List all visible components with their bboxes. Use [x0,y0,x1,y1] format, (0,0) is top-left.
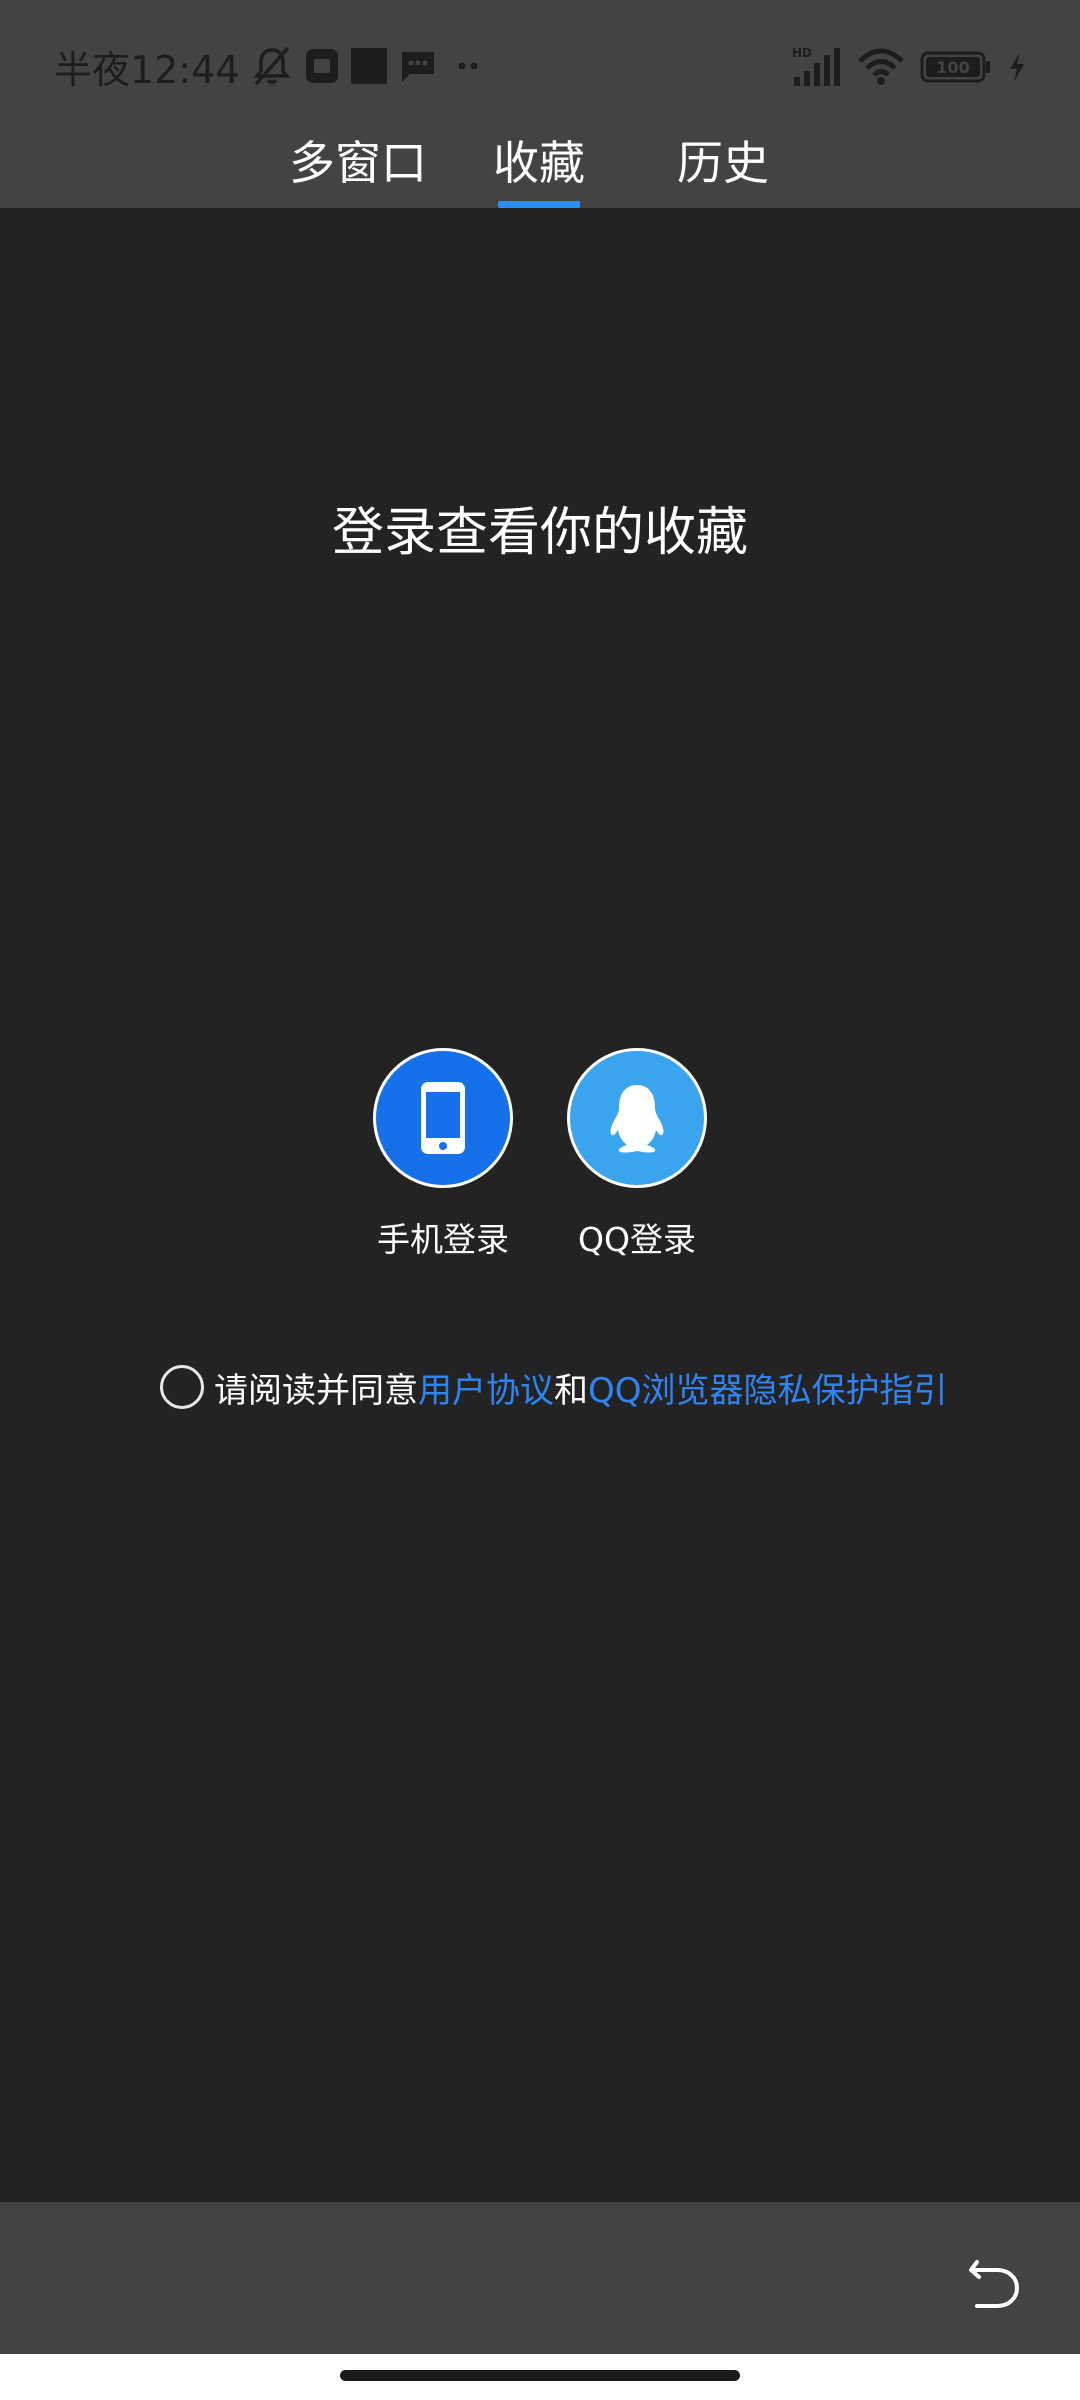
phone-icon [421,1082,465,1154]
more-dots-icon [448,56,488,76]
status-bar-left: 半夜12:44 [54,40,488,92]
svg-text:HD: HD [792,46,812,60]
tab-history[interactable]: 历史 [670,128,776,198]
tab-bar: 多窗口 收藏 历史 [0,122,1080,208]
square-app-icon [350,47,388,85]
battery-level-text: 100 [936,58,969,77]
agreement-conjunction: 和 [554,1370,588,1411]
active-tab-indicator [498,201,580,208]
qq-login-button[interactable] [567,1048,707,1188]
app-notification-icon [304,47,340,85]
top-header: 半夜12:44 HD 100 多窗口 收藏 历史 [0,0,1080,208]
privacy-guide-link[interactable]: QQ浏览器隐私保护指引 [588,1363,948,1412]
favorites-screen: 半夜12:44 HD 100 多窗口 收藏 历史 登录查看你的收藏 手机登录 Q… [0,0,1080,2400]
agreement-checkbox[interactable] [160,1365,204,1409]
qq-login-label[interactable]: QQ登录 [537,1215,737,1265]
charging-icon [1006,50,1028,84]
undo-arrow-icon [969,2260,1020,2308]
message-icon [398,46,438,86]
bottom-toolbar [0,2202,1080,2354]
login-prompt-headline: 登录查看你的收藏 [331,503,748,563]
status-bar-right: HD 100 [790,42,1028,92]
qq-penguin-icon [610,1085,664,1153]
status-time: 半夜12:44 [54,47,240,92]
hd-signal-icon: HD [790,45,842,89]
agreement-prefix: 请阅读并同意 [214,1370,418,1411]
wifi-icon [856,47,906,87]
battery-icon: 100 [920,50,992,84]
mute-icon [250,44,294,88]
back-button[interactable] [960,2244,1030,2314]
tab-favorites[interactable]: 收藏 [486,128,592,198]
home-indicator[interactable] [340,2370,740,2381]
status-bar: 半夜12:44 HD 100 [0,0,1080,130]
agreement-row: 请阅读并同意 用户协议 和 QQ浏览器隐私保护指引 [160,1360,948,1414]
system-navigation-area [0,2354,1080,2400]
phone-login-label[interactable]: 手机登录 [343,1215,543,1265]
user-agreement-link[interactable]: 用户协议 [418,1363,554,1412]
phone-login-button[interactable] [373,1048,513,1188]
tab-multi-window[interactable]: 多窗口 [288,128,428,198]
